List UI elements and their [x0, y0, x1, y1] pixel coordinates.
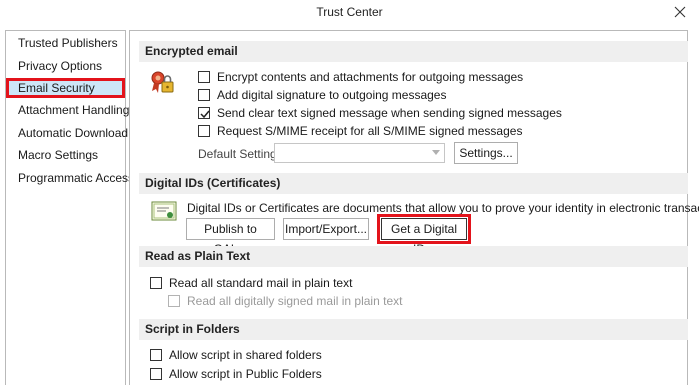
sidebar-item-programmatic-access[interactable]: Programmatic Access — [6, 168, 134, 188]
section-header-script-folders: Script in Folders — [139, 319, 688, 340]
sidebar-item-privacy-options[interactable]: Privacy Options — [6, 56, 125, 76]
checkbox-read-signed-plain-text — [168, 295, 180, 307]
checkbox-add-digital-signature[interactable] — [198, 89, 210, 101]
title-bar: Trust Center — [0, 0, 699, 26]
option-script-public-folders[interactable]: Allow script in Public Folders — [150, 365, 322, 383]
chevron-down-icon — [432, 150, 440, 155]
sidebar-item-macro-settings[interactable]: Macro Settings — [6, 145, 125, 165]
main-panel: Encrypted email Encrypt contents and att… — [129, 30, 699, 385]
section-header-encrypted-email: Encrypted email — [139, 41, 688, 62]
settings-button[interactable]: Settings... — [454, 142, 518, 164]
option-read-signed-plain-text: Read all digitally signed mail in plain … — [168, 292, 402, 310]
sidebar-item-attachment-handling[interactable]: Attachment Handling — [6, 100, 129, 120]
section-header-plain-text: Read as Plain Text — [139, 246, 688, 267]
digital-ids-description: Digital IDs or Certificates are document… — [187, 201, 699, 215]
checkbox-request-smime-receipt[interactable] — [198, 125, 210, 137]
option-add-digital-signature[interactable]: Add digital signature to outgoing messag… — [198, 86, 446, 104]
label-send-clear-text: Send clear text signed message when send… — [217, 106, 562, 120]
certificate-icon — [151, 201, 177, 226]
option-request-smime-receipt[interactable]: Request S/MIME receipt for all S/MIME si… — [198, 122, 522, 140]
window-title: Trust Center — [316, 5, 383, 19]
close-icon — [674, 6, 686, 18]
label-read-plain-text: Read all standard mail in plain text — [169, 276, 353, 290]
get-digital-id-button[interactable]: Get a Digital ID... — [377, 214, 471, 256]
certificate-lock-icon — [150, 69, 178, 100]
label-add-digital-signature: Add digital signature to outgoing messag… — [217, 88, 447, 102]
option-encrypt-contents[interactable]: Encrypt contents and attachments for out… — [198, 68, 523, 86]
label-encrypt-contents: Encrypt contents and attachments for out… — [217, 70, 524, 84]
checkbox-read-plain-text[interactable] — [150, 277, 162, 289]
default-setting-label: Default Setting: — [198, 147, 281, 161]
sidebar-item-automatic-download[interactable]: Automatic Download — [6, 123, 128, 143]
checkbox-send-clear-text[interactable] — [198, 107, 210, 119]
label-read-signed-plain-text: Read all digitally signed mail in plain … — [187, 294, 403, 308]
import-export-button[interactable]: Import/Export... — [283, 218, 369, 240]
sidebar-item-email-security[interactable]: Email Security — [6, 78, 125, 98]
publish-to-gal-button[interactable]: Publish to GAL... — [186, 218, 275, 256]
option-script-shared-folders[interactable]: Allow script in shared folders — [150, 346, 322, 364]
default-setting-dropdown[interactable] — [274, 143, 445, 163]
checkbox-script-shared-folders[interactable] — [150, 349, 162, 361]
section-header-digital-ids: Digital IDs (Certificates) — [139, 173, 688, 194]
option-read-plain-text[interactable]: Read all standard mail in plain text — [150, 274, 352, 292]
option-send-clear-text[interactable]: Send clear text signed message when send… — [198, 104, 562, 122]
label-request-smime-receipt: Request S/MIME receipt for all S/MIME si… — [217, 124, 523, 138]
label-script-public-folders: Allow script in Public Folders — [169, 367, 322, 381]
checkbox-script-public-folders[interactable] — [150, 368, 162, 380]
label-script-shared-folders: Allow script in shared folders — [169, 348, 322, 362]
close-button[interactable] — [671, 3, 689, 21]
checkbox-encrypt-contents[interactable] — [198, 71, 210, 83]
sidebar-item-trusted-publishers[interactable]: Trusted Publishers — [6, 33, 125, 53]
sidebar-nav: Trusted Publishers Privacy Options Email… — [5, 30, 134, 385]
checkmark-icon — [200, 110, 210, 119]
